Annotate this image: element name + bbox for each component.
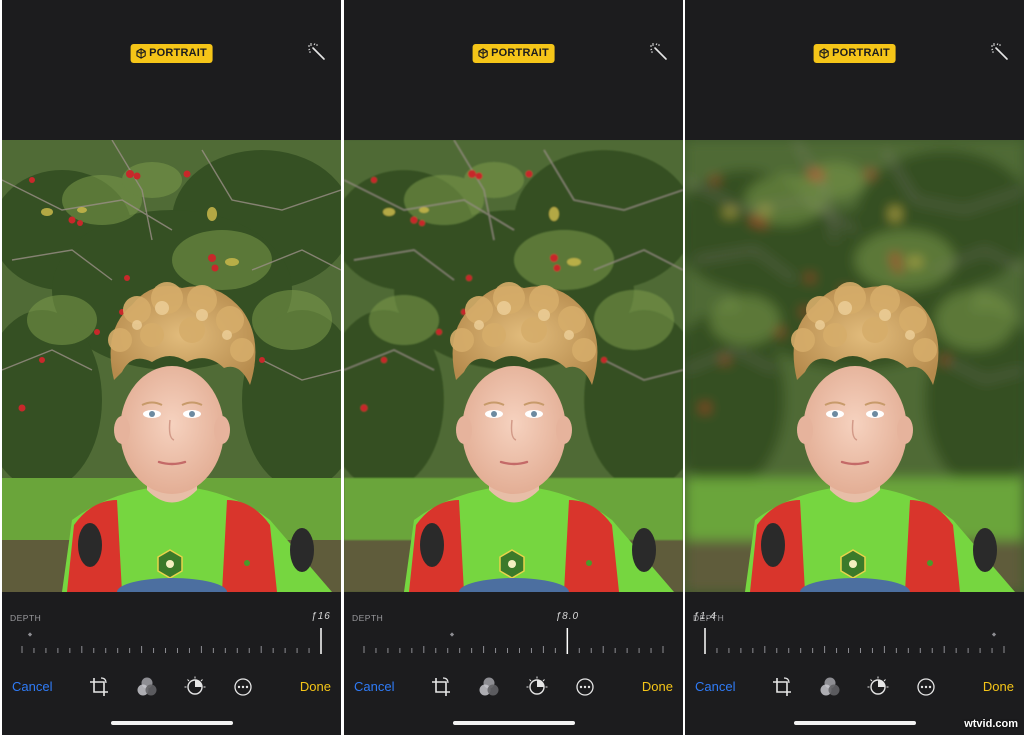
cancel-button[interactable]: Cancel bbox=[12, 679, 52, 694]
depth-controls: DEPTH ƒ16 Cancel Done bbox=[2, 592, 341, 735]
filters-icon[interactable] bbox=[136, 676, 158, 698]
done-button[interactable]: Done bbox=[642, 679, 673, 694]
portrait-photo bbox=[685, 140, 1024, 592]
more-icon[interactable] bbox=[232, 676, 254, 698]
magic-wand-icon[interactable] bbox=[649, 42, 669, 62]
edit-toolbar: Cancel Done bbox=[2, 676, 341, 700]
crop-rotate-icon[interactable] bbox=[88, 676, 110, 698]
aperture-value: ƒ16 bbox=[311, 611, 331, 622]
cancel-button[interactable]: Cancel bbox=[695, 679, 735, 694]
filters-icon[interactable] bbox=[819, 676, 841, 698]
more-icon[interactable] bbox=[574, 676, 596, 698]
default-depth-marker bbox=[449, 632, 455, 637]
magic-wand-icon[interactable] bbox=[990, 42, 1010, 62]
portrait-badge[interactable]: PORTRAIT bbox=[813, 44, 896, 63]
more-icon[interactable] bbox=[915, 676, 937, 698]
watermark-text: wtvid.com bbox=[964, 718, 1018, 730]
done-button[interactable]: Done bbox=[300, 679, 331, 694]
filters-icon[interactable] bbox=[478, 676, 500, 698]
cancel-button[interactable]: Cancel bbox=[354, 679, 394, 694]
depth-slider[interactable] bbox=[697, 626, 1012, 660]
magic-wand-icon[interactable] bbox=[307, 42, 327, 62]
portrait-badge[interactable]: PORTRAIT bbox=[130, 44, 213, 63]
editor-panel-f8: PORTRAIT DEPTH ƒ8.0 Cancel Done bbox=[344, 0, 683, 735]
default-depth-marker bbox=[27, 632, 33, 637]
done-button[interactable]: Done bbox=[983, 679, 1014, 694]
adjust-dial-icon[interactable] bbox=[184, 676, 206, 698]
home-indicator bbox=[110, 721, 233, 725]
adjust-dial-icon[interactable] bbox=[526, 676, 548, 698]
adjust-dial-icon[interactable] bbox=[867, 676, 889, 698]
crop-rotate-icon[interactable] bbox=[771, 676, 793, 698]
depth-label: DEPTH bbox=[10, 613, 42, 623]
depth-controls: DEPTH ƒ1.4 Cancel Done bbox=[685, 592, 1024, 735]
editor-panel-f1-4: PORTRAIT DEPTH ƒ1.4 Cancel Done bbox=[685, 0, 1024, 735]
portrait-photo bbox=[2, 140, 341, 592]
home-indicator bbox=[452, 721, 575, 725]
top-bar: PORTRAIT bbox=[344, 0, 683, 140]
depth-slider[interactable] bbox=[356, 626, 671, 660]
aperture-value: ƒ1.4 bbox=[693, 611, 717, 622]
aperture-value: ƒ8.0 bbox=[555, 611, 580, 622]
top-bar: PORTRAIT bbox=[2, 0, 341, 140]
portrait-badge-label: PORTRAIT bbox=[149, 47, 207, 59]
edit-toolbar: Cancel Done bbox=[344, 676, 683, 700]
cube-icon bbox=[818, 48, 829, 59]
cube-icon bbox=[477, 48, 488, 59]
default-depth-marker bbox=[991, 632, 997, 637]
depth-slider[interactable] bbox=[14, 626, 329, 660]
top-bar: PORTRAIT bbox=[685, 0, 1024, 140]
depth-label: DEPTH bbox=[352, 613, 384, 623]
portrait-badge-label: PORTRAIT bbox=[491, 47, 549, 59]
cube-icon bbox=[135, 48, 146, 59]
depth-controls: DEPTH ƒ8.0 Cancel Done bbox=[344, 592, 683, 735]
portrait-photo bbox=[344, 140, 683, 592]
portrait-badge-label: PORTRAIT bbox=[832, 47, 890, 59]
edit-toolbar: Cancel Done bbox=[685, 676, 1024, 700]
home-indicator bbox=[793, 721, 916, 725]
portrait-badge[interactable]: PORTRAIT bbox=[472, 44, 555, 63]
editor-panel-f16: PORTRAIT DEPTH ƒ16 Cancel Done bbox=[2, 0, 341, 735]
crop-rotate-icon[interactable] bbox=[430, 676, 452, 698]
